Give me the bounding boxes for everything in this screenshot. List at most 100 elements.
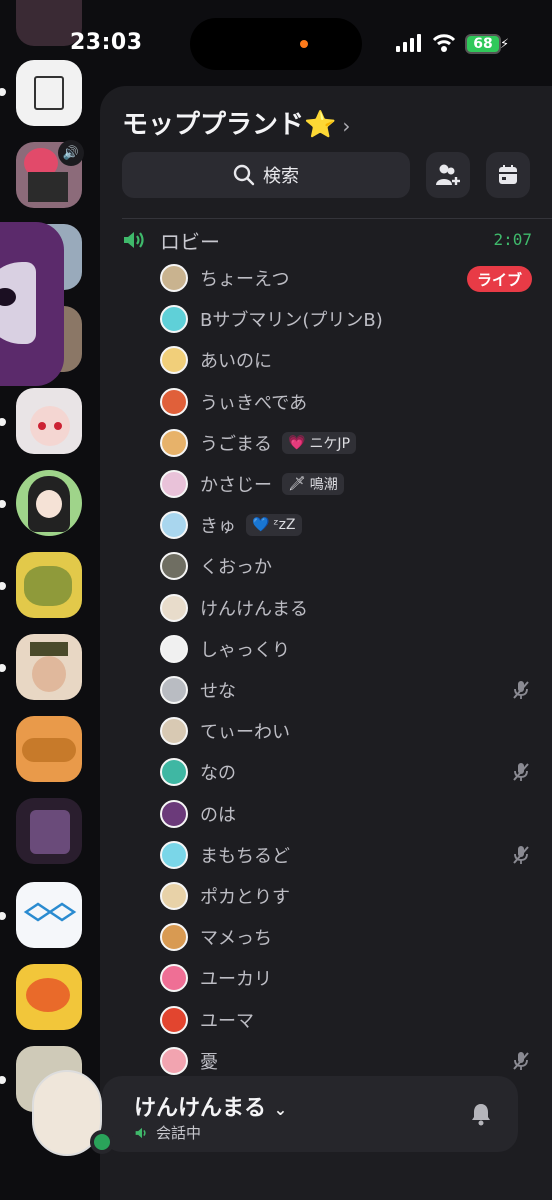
online-status-dot [90,1130,114,1154]
member-row[interactable]: かさじー 🗡 鳴潮 [160,467,532,501]
signal-icon [396,34,421,52]
member-row[interactable]: ちょーえつ ライブ [160,261,532,295]
server-icon[interactable] [16,964,82,1030]
user-avatar[interactable] [32,1070,114,1156]
member-row[interactable]: ポカとりす [160,879,532,913]
avatar [160,882,188,910]
status-text: ᶻzZ [273,517,296,534]
member-name: きゅ [200,516,236,538]
avatar [160,1005,188,1034]
server-icon[interactable] [16,798,82,864]
member-row[interactable]: くおっか [160,549,532,583]
avatar [160,717,188,746]
member-name: かさじー [200,475,272,496]
member-name: ちょーえつ [200,269,290,290]
avatar [160,470,188,498]
member-row[interactable]: うぃきぺであ [160,385,532,419]
voice-status-text: 会話中 [156,1124,202,1142]
avatar [160,511,188,540]
dynamic-island [190,18,362,70]
current-user-name[interactable]: けんけんまる ⌄ [134,1090,287,1122]
status-text: ニケJP [309,435,351,452]
muted-mic-icon [513,763,529,782]
unread-indicator [0,500,6,508]
voice-channel[interactable]: ロビー 2:07 [122,224,532,256]
member-name: うぃきぺであ [200,392,308,414]
unread-indicator [0,418,6,426]
avatar [160,264,188,292]
member-row[interactable]: しゃっくり [160,632,532,666]
channel-panel: モッププランド⭐️ › 検索 ロビー 2:07 ちょーえつ ライブ Bサブマリン… [100,86,552,1200]
server-icon[interactable] [16,634,82,700]
calendar-icon [499,165,517,184]
user-name-text: けんけんまる [134,1096,267,1121]
avatar [160,305,188,334]
chevron-right-icon: › [342,114,351,138]
unread-indicator [0,1076,6,1084]
avatar [160,758,188,787]
member-row[interactable]: なの [160,755,532,789]
member-row[interactable]: ユーカリ [160,961,532,995]
call-duration: 2:07 [493,230,532,249]
member-row[interactable]: 憂 [160,1044,532,1078]
server-icon[interactable] [16,470,82,536]
member-row[interactable]: のは [160,797,532,831]
member-row[interactable]: せな [160,673,532,707]
search-button[interactable]: 検索 [122,152,410,198]
avatar [160,799,188,828]
server-icon[interactable] [16,552,82,618]
server-icon[interactable] [16,716,82,782]
selected-server-icon[interactable] [0,222,64,386]
member-name: しゃっくり [200,639,290,661]
unread-indicator [0,912,6,920]
server-icon[interactable] [16,388,82,454]
avatar [160,964,188,993]
server-icon[interactable] [16,882,82,948]
server-header[interactable]: モッププランド⭐️ › [122,104,350,141]
member-row[interactable]: うごまる 💗 ニケJP [160,426,532,460]
member-name: なの [200,763,236,785]
avatar [160,923,188,952]
search-icon [233,164,255,186]
avatar [160,634,188,663]
member-row[interactable]: ユーマ [160,1003,532,1037]
live-badge[interactable]: ライブ [466,266,532,292]
member-name: Bサブマリン(プリンB) [200,310,383,332]
member-row[interactable]: けんけんまる [160,591,532,625]
server-name: モッププランド⭐️ [122,110,337,140]
user-panel[interactable]: けんけんまる ⌄ 会話中 [102,1076,518,1152]
member-row[interactable]: きゅ 💙 ᶻzZ [160,508,532,542]
avatar [160,346,188,375]
member-name: 憂 [200,1051,218,1073]
unread-indicator [0,664,6,672]
member-name: ポカとりす [200,887,290,908]
member-name: あいのに [200,351,272,373]
server-rail: 🔊 [0,0,96,1200]
events-button[interactable] [486,152,530,198]
member-name: ユーマ [200,1010,254,1032]
member-row[interactable]: あいのに [160,343,532,377]
avatar [160,593,188,622]
avatar [160,428,188,457]
member-row[interactable]: マメっち [160,920,532,954]
search-label: 検索 [263,166,299,187]
wifi-icon [432,34,456,52]
invite-button[interactable] [426,152,470,198]
status-text: 鳴潮 [309,477,338,493]
member-row[interactable]: てぃーわい [160,714,532,748]
clock: 23:03 [70,30,143,55]
member-name: くおっか [200,557,272,579]
member-row[interactable]: Bサブマリン(プリンB) [160,302,532,336]
member-name: けんけんまる [200,598,308,620]
status-emoji: 🗡 [288,476,306,492]
avatar [160,1046,188,1075]
member-row[interactable]: まもちるど [160,838,532,872]
divider [122,218,552,219]
muted-mic-icon [513,681,529,699]
charging-icon: ⚡ [500,37,510,52]
avatar [160,676,188,704]
member-name: せな [200,681,236,702]
bell-icon[interactable] [470,1102,492,1126]
camera-indicator [300,40,308,48]
custom-status: 💗 ニケJP [282,431,357,454]
